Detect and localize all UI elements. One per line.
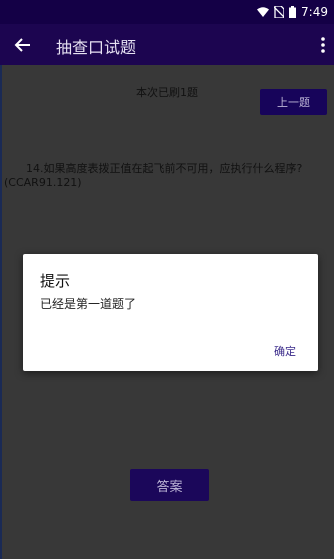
no-sim-icon [274, 6, 285, 18]
dialog-title: 提示 [40, 272, 71, 290]
more-options-icon[interactable] [320, 36, 326, 54]
dialog-message: 已经是第一道题了 [40, 297, 137, 311]
wifi-icon [257, 7, 270, 17]
question-text: 14.如果高度表拨正值在起飞前不可用，应执行什么程序?(CCAR91.121) [4, 162, 330, 190]
status-bar: 7:49 [0, 0, 334, 24]
alert-dialog: 提示 已经是第一道题了 确定 [23, 254, 318, 371]
left-edge-divider [0, 65, 2, 559]
answer-button[interactable]: 答案 [130, 469, 209, 501]
clock-time: 7:49 [301, 5, 328, 19]
battery-icon [289, 6, 297, 18]
dialog-ok-button[interactable]: 确定 [274, 343, 296, 359]
app-bar: 抽查口试题 [0, 24, 334, 65]
question-body: 14.如果高度表拨正值在起飞前不可用，应执行什么程序?(CCAR91.121) [4, 162, 303, 189]
back-arrow-icon[interactable] [12, 34, 34, 56]
page-title: 抽查口试题 [56, 38, 137, 57]
previous-question-button[interactable]: 上一题 [260, 89, 327, 115]
